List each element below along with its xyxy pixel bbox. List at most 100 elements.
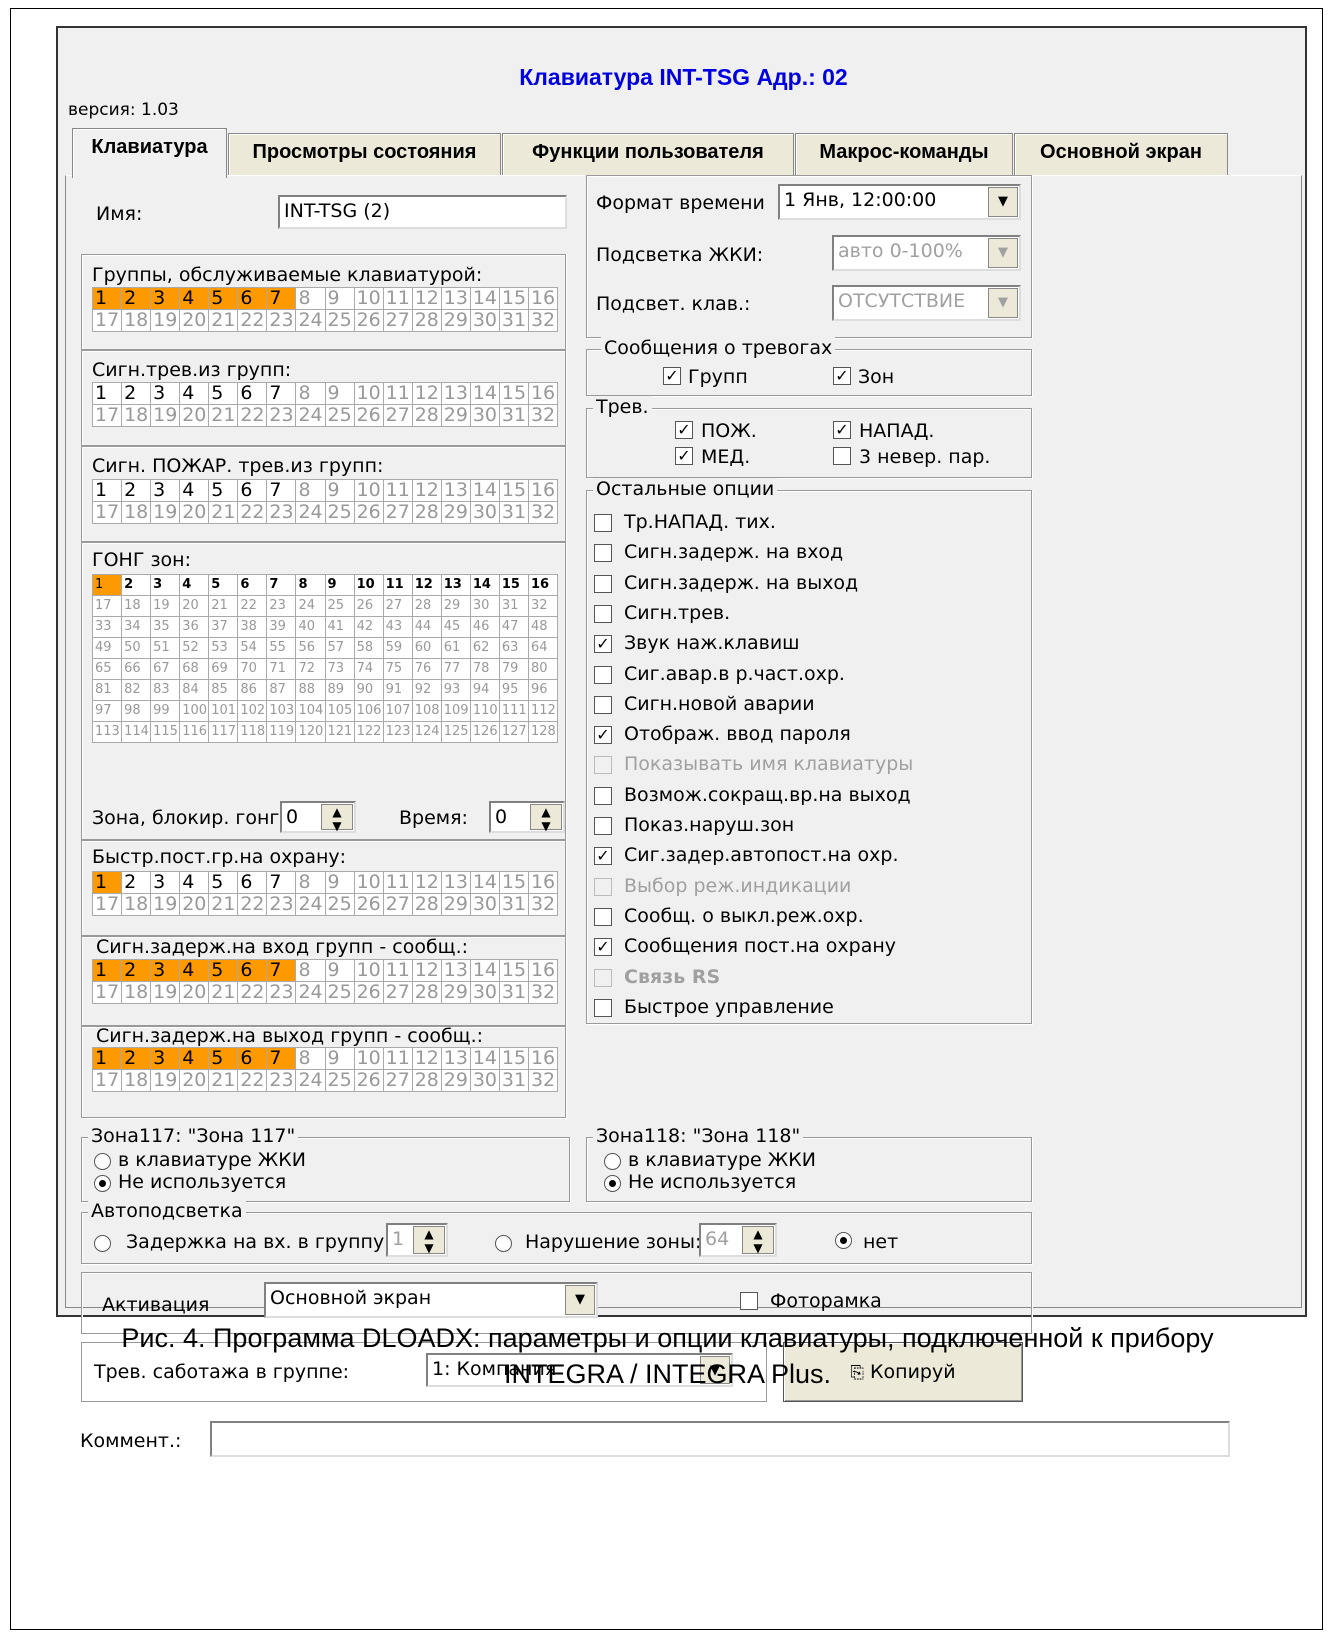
grid-cell[interactable]: 97 [93,701,123,722]
grid-cell[interactable]: 13 [441,288,471,310]
grid-cell[interactable]: 60 [412,638,442,659]
grid-cell[interactable]: 6 [238,960,268,982]
grid-cell[interactable]: 124 [412,722,442,743]
grid-cell[interactable]: 16 [528,288,558,310]
grid-cell[interactable]: 6 [238,480,268,502]
option-checkbox[interactable] [594,514,612,532]
grid-cell[interactable]: 15 [499,960,529,982]
grid-cell[interactable]: 77 [441,659,471,680]
grid-cell[interactable]: 17 [93,310,123,332]
grid-cell[interactable]: 21 [209,596,239,617]
grid-cell[interactable]: 31 [499,1070,529,1092]
grid-cell[interactable]: 37 [209,617,239,638]
grid-cell[interactable]: 87 [267,680,297,701]
grid-cell[interactable]: 21 [209,405,239,427]
grid-cell[interactable]: 25 [325,310,355,332]
grid-cell[interactable]: 104 [296,701,326,722]
grid-cell[interactable]: 8 [296,575,326,596]
grid-cell[interactable]: 28 [412,596,442,617]
grid-cell[interactable]: 30 [470,982,500,1004]
grid-cell[interactable]: 35 [151,617,181,638]
grid-cell[interactable]: 24 [296,596,326,617]
chevron-down-icon[interactable]: ▼ [988,238,1018,268]
grid-cell[interactable]: 26 [354,502,384,524]
grid-cell[interactable]: 1 [93,872,123,894]
grid-cell[interactable]: 2 [122,575,152,596]
grid-cell[interactable]: 88 [296,680,326,701]
grid-cell[interactable]: 12 [412,960,442,982]
grid-cell[interactable]: 61 [441,638,471,659]
grid-cell[interactable]: 43 [383,617,413,638]
grid-cell[interactable]: 14 [470,383,500,405]
grid-cell[interactable]: 26 [354,405,384,427]
grid-cell[interactable]: 21 [209,1070,239,1092]
grid-cell[interactable]: 16 [528,872,558,894]
grid-cell[interactable]: 15 [499,1048,529,1070]
grid-cell[interactable]: 20 [180,982,210,1004]
grid-cell[interactable]: 113 [93,722,123,743]
grid-cell[interactable]: 16 [528,383,558,405]
grid-cell[interactable]: 30 [470,1070,500,1092]
grid-cell[interactable]: 2 [122,960,152,982]
grid-cell[interactable]: 19 [151,502,181,524]
grid-cell[interactable]: 20 [180,894,210,916]
grid-cell[interactable]: 16 [528,575,558,596]
grid-cell[interactable]: 14 [470,288,500,310]
grid-cell[interactable]: 109 [441,701,471,722]
tab-main-screen[interactable]: Основной экран [1014,133,1228,175]
grid-cell[interactable]: 29 [441,1070,471,1092]
grid-cell[interactable]: 1 [93,575,123,596]
grid-cell[interactable]: 15 [499,288,529,310]
grid-cell[interactable]: 28 [412,982,442,1004]
grid-cell[interactable]: 9 [325,288,355,310]
grid-cell[interactable]: 14 [470,1048,500,1070]
name-input[interactable]: INT-TSG (2) [278,195,567,229]
grid-cell[interactable]: 4 [180,575,210,596]
grid-cell[interactable]: 28 [412,502,442,524]
chevron-down-icon[interactable]: ▼ [988,288,1018,318]
grid-cell[interactable]: 13 [441,575,471,596]
grid-cell[interactable]: 17 [93,502,123,524]
autobacklight-zone-input[interactable]: 64 ▲ ▼ [699,1223,777,1257]
grid-cell[interactable]: 92 [412,680,442,701]
grid-cell[interactable]: 5 [209,480,239,502]
grid-cell[interactable]: 15 [499,575,529,596]
grid-cell[interactable]: 74 [354,659,384,680]
grid-cell[interactable]: 8 [296,1048,326,1070]
grid-cell[interactable]: 25 [325,982,355,1004]
grid-cell[interactable]: 7 [267,872,297,894]
grid-cell[interactable]: 110 [470,701,500,722]
grid-cell[interactable]: 68 [180,659,210,680]
grid-cell[interactable]: 8 [296,288,326,310]
option-checkbox[interactable] [594,786,612,805]
grid-cell[interactable]: 64 [528,638,558,659]
grid-cell[interactable]: 24 [296,894,326,916]
grid-cell[interactable]: 11 [383,1048,413,1070]
grid-cell[interactable]: 5 [209,872,239,894]
grid-cell[interactable]: 3 [151,480,181,502]
grid-cell[interactable]: 19 [151,982,181,1004]
grid-cell[interactable]: 25 [325,1070,355,1092]
grid-cell[interactable]: 4 [180,1048,210,1070]
grid-cell[interactable]: 116 [180,722,210,743]
option-checkbox[interactable]: ✓ [594,635,612,654]
grid-cell[interactable]: 11 [383,480,413,502]
grid-cell[interactable]: 86 [238,680,268,701]
grid-cell[interactable]: 18 [122,894,152,916]
grid-cell[interactable]: 66 [122,659,152,680]
grid-cell[interactable]: 9 [325,960,355,982]
grid-cell[interactable]: 31 [499,405,529,427]
zone117-unused-radio[interactable] [94,1175,111,1192]
grid-cell[interactable]: 20 [180,310,210,332]
grid-cell[interactable]: 19 [151,405,181,427]
grid-cell[interactable]: 55 [267,638,297,659]
option-checkbox[interactable] [594,756,612,775]
grid-cell[interactable]: 26 [354,596,384,617]
grid-cell[interactable]: 27 [383,894,413,916]
grid-cell[interactable]: 4 [180,288,210,310]
grid-cell[interactable]: 33 [93,617,123,638]
grid-cell[interactable]: 26 [354,310,384,332]
grid-cell[interactable]: 6 [238,872,268,894]
grid-cell[interactable]: 79 [499,659,529,680]
grid-cell[interactable]: 17 [93,596,123,617]
